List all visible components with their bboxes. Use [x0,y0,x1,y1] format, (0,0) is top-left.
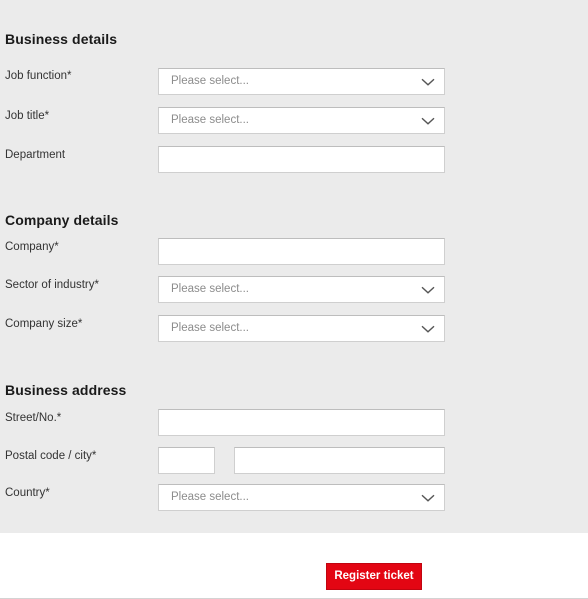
sector-of-industry-select[interactable]: Please select... [158,276,445,303]
job-title-select[interactable]: Please select... [158,107,445,134]
chevron-down-icon [420,76,436,88]
register-ticket-button[interactable]: Register ticket [326,563,422,590]
registration-form: Business details Job function* Please se… [0,0,588,599]
field-label-department: Department [5,149,66,161]
company-size-select-value: Please select... [171,322,249,334]
field-label-sector-of-industry: Sector of industry* [5,279,99,291]
field-label-company: Company* [5,241,59,253]
job-title-select-value: Please select... [171,114,249,126]
chevron-down-icon [420,323,436,335]
city-input[interactable] [234,447,445,474]
company-size-select[interactable]: Please select... [158,315,445,342]
field-label-job-title: Job title* [5,110,50,122]
job-function-select[interactable]: Please select... [158,68,445,95]
section-heading-business-details: Business details [5,31,118,47]
company-input[interactable] [158,238,445,265]
country-select-value: Please select... [171,491,249,503]
sector-of-industry-select-value: Please select... [171,283,249,295]
form-footer [0,533,588,599]
country-select[interactable]: Please select... [158,484,445,511]
street-no-input[interactable] [158,409,445,436]
section-heading-company-details: Company details [5,212,119,228]
department-input[interactable] [158,146,445,173]
section-heading-business-address: Business address [5,382,127,398]
job-function-select-value: Please select... [171,75,249,87]
field-label-postal-code-city: Postal code / city* [5,450,97,462]
form-fields-panel: Business details Job function* Please se… [0,0,588,533]
field-label-job-function: Job function* [5,70,72,82]
field-label-street-no: Street/No.* [5,412,62,424]
postal-code-input[interactable] [158,447,215,474]
field-label-company-size: Company size* [5,318,83,330]
chevron-down-icon [420,492,436,504]
field-label-country: Country* [5,487,50,499]
chevron-down-icon [420,115,436,127]
chevron-down-icon [420,284,436,296]
